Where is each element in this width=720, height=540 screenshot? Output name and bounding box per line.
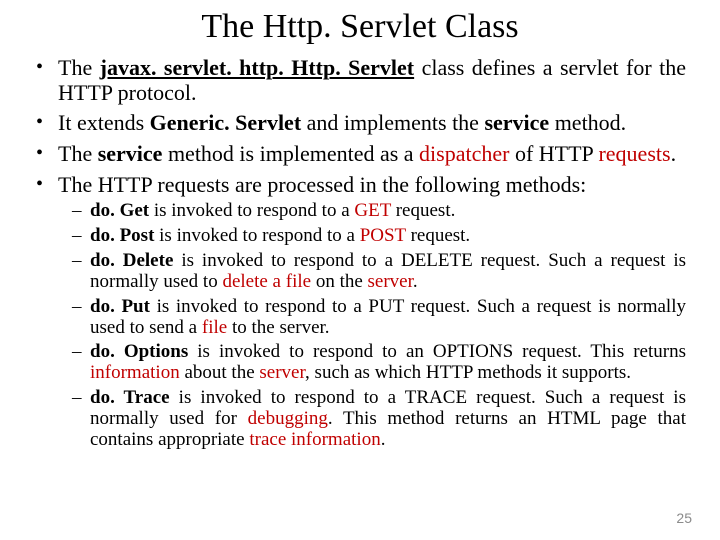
- method-name: do. Put: [90, 296, 150, 317]
- method-name: do. Delete: [90, 250, 173, 271]
- sub-bullet-dodelete: do. Delete is invoked to respond to a DE…: [72, 251, 686, 293]
- text: The: [58, 141, 98, 166]
- class-name: javax. servlet. http. Http. Servlet: [100, 55, 414, 80]
- sub-bullet-doput: do. Put is invoked to respond to a PUT r…: [72, 297, 686, 339]
- text: request.: [391, 200, 455, 221]
- bullet-1: The javax. servlet. http. Http. Servlet …: [34, 56, 686, 105]
- keyword: dispatcher: [419, 141, 509, 166]
- bullet-4: The HTTP requests are processed in the f…: [34, 173, 686, 451]
- text: is invoked to respond to an OPTIONS requ…: [188, 341, 686, 362]
- method-name: do. Trace: [90, 387, 170, 408]
- bullet-3: The service method is implemented as a d…: [34, 142, 686, 167]
- bullet-list: The javax. servlet. http. Http. Servlet …: [34, 56, 686, 451]
- method-name: service: [98, 141, 163, 166]
- text: The: [58, 55, 100, 80]
- http-verb: POST: [360, 225, 406, 246]
- text: .: [381, 429, 386, 450]
- method-name: do. Options: [90, 341, 188, 362]
- keyword: server: [368, 271, 413, 292]
- keyword: delete a file: [222, 271, 311, 292]
- slide-title: The Http. Servlet Class: [34, 8, 686, 46]
- keyword: requests: [598, 141, 670, 166]
- bullet-2: It extends Generic. Servlet and implemen…: [34, 111, 686, 136]
- keyword: file: [202, 317, 227, 338]
- slide: The Http. Servlet Class The javax. servl…: [0, 0, 720, 540]
- text: is invoked to respond to a: [154, 225, 359, 246]
- text: method is implemented as a: [162, 141, 419, 166]
- text: is invoked to respond to a: [149, 200, 354, 221]
- keyword: trace information: [249, 429, 380, 450]
- sub-bullet-dotrace: do. Trace is invoked to respond to a TRA…: [72, 388, 686, 451]
- text: request.: [406, 225, 470, 246]
- text: , such as which HTTP methods it supports…: [305, 362, 631, 383]
- method-name: service: [484, 110, 549, 135]
- keyword: information: [90, 362, 180, 383]
- text: .: [413, 271, 418, 292]
- keyword: debugging: [248, 408, 328, 429]
- text: on the: [311, 271, 367, 292]
- sub-bullet-dooptions: do. Options is invoked to respond to an …: [72, 342, 686, 384]
- text: is invoked to respond to a PUT request. …: [90, 296, 686, 338]
- text: and implements the: [301, 110, 484, 135]
- keyword: server: [259, 362, 305, 383]
- text: about the: [180, 362, 260, 383]
- method-name: do. Get: [90, 200, 149, 221]
- text: to the server.: [227, 317, 329, 338]
- class-name: Generic. Servlet: [150, 110, 302, 135]
- text: .: [671, 141, 677, 166]
- http-verb: GET: [354, 200, 391, 221]
- page-number: 25: [676, 510, 692, 526]
- text: It extends: [58, 110, 150, 135]
- sub-bullet-doget: do. Get is invoked to respond to a GET r…: [72, 201, 686, 222]
- text: of HTTP: [509, 141, 598, 166]
- sub-bullet-list: do. Get is invoked to respond to a GET r…: [58, 201, 686, 451]
- sub-bullet-dopost: do. Post is invoked to respond to a POST…: [72, 226, 686, 247]
- text: method.: [549, 110, 626, 135]
- method-name: do. Post: [90, 225, 154, 246]
- text: The HTTP requests are processed in the f…: [58, 172, 586, 197]
